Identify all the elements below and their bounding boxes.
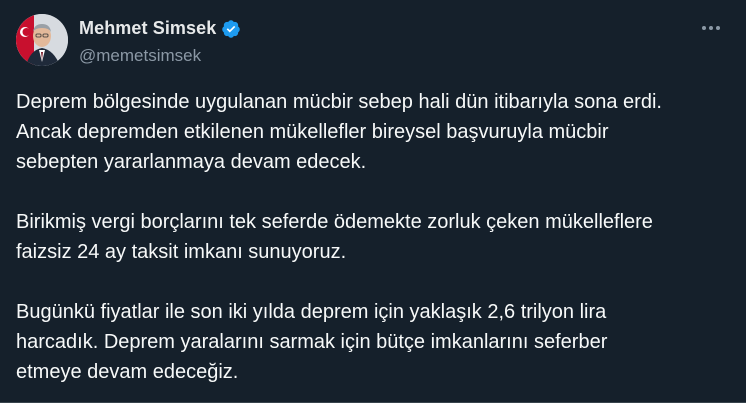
tweet-text: Deprem bölgesinde uygulanan mücbir sebep… [16, 87, 736, 387]
tweet-paragraph: Birikmiş vergi borçlarını tek seferde öd… [16, 211, 653, 263]
avatar[interactable] [16, 14, 68, 66]
tweet-card: Mehmet Simsek @memetsimsek Deprem bölges… [0, 0, 746, 403]
avatar-photo [16, 14, 68, 66]
tweet-paragraph: Deprem bölgesinde uygulanan mücbir sebep… [16, 91, 662, 173]
author-handle[interactable]: @memetsimsek [79, 46, 201, 66]
author-display-name[interactable]: Mehmet Simsek [79, 18, 216, 39]
author-name-row: Mehmet Simsek [79, 18, 241, 39]
verified-badge-icon [221, 19, 241, 39]
tweet-paragraph: Bugünkü fiyatlar ile son iki yılda depre… [16, 301, 608, 383]
more-options-icon[interactable] [700, 18, 722, 38]
